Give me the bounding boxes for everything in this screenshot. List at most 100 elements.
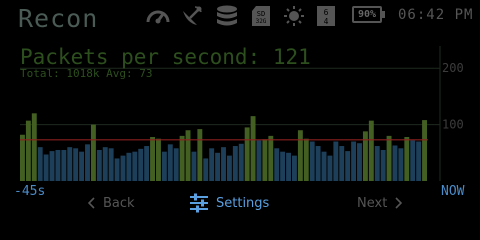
bar	[156, 138, 161, 181]
bar	[49, 151, 55, 181]
satellite-dish-icon	[181, 5, 203, 27]
bar	[55, 149, 61, 181]
y-tick-label: 100	[442, 118, 464, 132]
bar	[37, 147, 43, 181]
bar	[250, 116, 256, 181]
bar	[150, 137, 155, 181]
battery-terminal	[382, 11, 385, 18]
bar	[221, 147, 226, 181]
database-icon	[215, 5, 239, 27]
bar	[61, 149, 67, 181]
bar	[85, 144, 90, 181]
bar	[102, 147, 108, 181]
svg-text:32G: 32G	[256, 18, 267, 25]
settings-button-label: Settings	[216, 195, 270, 211]
bottom-nav-bar: -45s NOW Back Settings Next	[0, 181, 480, 222]
bar	[114, 158, 120, 181]
bar	[380, 149, 386, 181]
bar	[238, 143, 244, 181]
bar	[144, 146, 150, 181]
network-64-icon: 64	[316, 5, 336, 27]
bar	[398, 148, 404, 181]
bar	[274, 148, 280, 181]
bar	[126, 152, 132, 181]
sd-card-icon: SD 32G	[251, 5, 271, 27]
bar	[167, 144, 173, 181]
bar	[197, 129, 203, 181]
bar	[357, 143, 362, 181]
app-title: Recon	[18, 4, 99, 33]
bar	[362, 131, 368, 181]
bar	[90, 124, 96, 181]
bar	[173, 148, 179, 181]
bar	[191, 151, 197, 181]
y-tick-label: 200	[442, 61, 464, 75]
chevron-right-icon	[394, 197, 403, 209]
bar	[374, 146, 380, 181]
bar	[138, 148, 144, 181]
bar	[268, 135, 274, 181]
packet-totals-subline: Total: 1018k Avg: 73	[20, 67, 153, 80]
x-axis-end-label: NOW	[441, 184, 465, 199]
bar	[297, 130, 303, 181]
bar	[351, 141, 357, 181]
bar	[43, 154, 49, 181]
chevron-left-icon	[88, 197, 96, 209]
settings-button[interactable]: Settings	[189, 192, 269, 214]
gauge-icon	[145, 5, 171, 27]
bar	[232, 146, 238, 181]
bar	[410, 140, 416, 181]
clock: 06:42 PM	[398, 7, 474, 23]
bar	[120, 155, 126, 181]
bar	[209, 148, 215, 181]
x-axis-start-label: -45s	[14, 184, 46, 199]
packets-per-second-headline: Packets per second: 121	[20, 45, 311, 69]
brightness-icon	[283, 5, 305, 27]
bar	[280, 151, 286, 181]
bar	[321, 151, 327, 181]
bar	[96, 149, 102, 181]
svg-text:6: 6	[324, 8, 329, 17]
bar	[404, 137, 410, 181]
bar	[333, 141, 339, 181]
bar	[256, 140, 262, 181]
bar	[262, 139, 268, 181]
back-button-label: Back	[103, 195, 135, 211]
bar	[185, 130, 191, 181]
bar	[67, 147, 73, 181]
bar	[292, 155, 297, 181]
bar	[303, 138, 309, 181]
bar	[327, 155, 333, 181]
bar	[392, 145, 398, 181]
bar	[132, 151, 138, 181]
bar	[179, 135, 185, 181]
bar	[108, 148, 114, 181]
screen: Recon SD 32G 64 90% 06:42 PM 200 100 Packe…	[0, 0, 480, 222]
bar	[339, 146, 345, 181]
bar	[416, 141, 422, 181]
bar	[25, 120, 31, 181]
bar	[20, 134, 25, 181]
bar	[161, 151, 167, 181]
bar	[315, 146, 321, 181]
bar	[244, 127, 250, 181]
bar	[31, 113, 37, 181]
sliders-icon	[189, 193, 209, 213]
bar	[368, 120, 374, 181]
bar	[345, 151, 351, 181]
bar	[286, 152, 291, 181]
next-button[interactable]: Next	[357, 192, 403, 214]
bar	[226, 155, 232, 181]
svg-text:SD: SD	[257, 10, 265, 18]
bar	[422, 120, 427, 181]
bar	[203, 158, 209, 181]
bar	[79, 151, 85, 181]
back-button[interactable]: Back	[88, 192, 135, 214]
bar	[215, 152, 221, 181]
bar	[386, 135, 392, 181]
bar	[309, 141, 315, 181]
next-button-label: Next	[357, 195, 388, 211]
svg-text:4: 4	[324, 17, 329, 26]
battery-indicator: 90%	[352, 6, 382, 23]
bar	[73, 148, 79, 181]
